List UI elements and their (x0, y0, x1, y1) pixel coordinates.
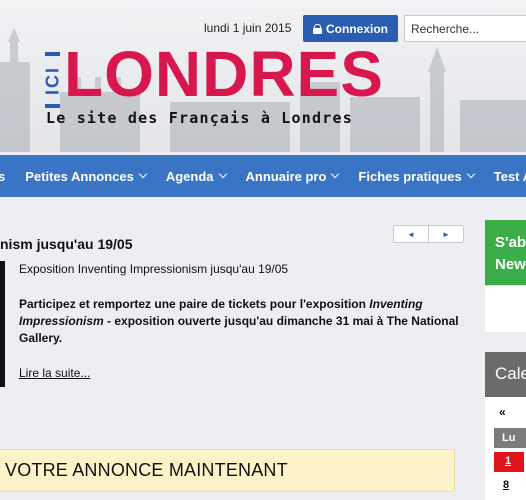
nav-item-partial[interactable]: s (0, 169, 5, 184)
chevron-down-icon (331, 169, 340, 179)
chevron-down-icon (218, 169, 227, 179)
article-pager: ◄ ► (393, 225, 464, 243)
nav-item-test-anglais[interactable]: Test Ang (494, 169, 526, 184)
nav-label: Annuaire pro (245, 168, 327, 184)
search-input[interactable] (404, 15, 526, 42)
subscribe-line: S'ab (495, 234, 526, 251)
nav-item-annuaire-pro[interactable]: Annuaire pro (245, 168, 340, 184)
post-ad-banner[interactable]: VOTRE ANNONCE MAINTENANT (0, 449, 455, 492)
calendar-day-today[interactable]: 1 (494, 452, 524, 472)
nav-item-fiches-pratiques[interactable]: Fiches pratiques (358, 168, 475, 184)
lock-icon (313, 23, 322, 34)
nav-label: Fiches pratiques (358, 168, 462, 184)
nav-label: Petites Annonces (25, 168, 134, 184)
chevron-down-icon (466, 169, 475, 179)
nav-label: Agenda (165, 168, 214, 184)
logo-ici-text: ICI (42, 66, 63, 96)
current-date: lundi 1 juin 2015 (204, 21, 292, 35)
read-more-link[interactable]: Lire la suite... (19, 366, 90, 380)
newsletter-box (485, 285, 526, 332)
logo-londres[interactable]: LONDRES (64, 42, 384, 106)
chevron-down-icon (138, 169, 148, 179)
main-nav: s Petites Annonces Agenda Annuaire pro F… (0, 155, 526, 197)
pager-prev-icon[interactable]: ◄ (394, 226, 428, 242)
nav-item-agenda[interactable]: Agenda (165, 168, 227, 184)
nav-label: Test Ang (493, 168, 526, 184)
article-excerpt: Participez et remportez une paire de tic… (19, 296, 459, 347)
calendar-prev-link[interactable]: « (499, 405, 506, 419)
article-thumbnail[interactable] (0, 261, 5, 387)
login-label: Connexion (326, 21, 388, 36)
logo-bar-bottom (45, 104, 60, 108)
site-header: lundi 1 juin 2015 Connexion ICI LONDRES … (0, 0, 526, 152)
logo-tagline: Le site des Français à Londres (46, 109, 353, 127)
article-title[interactable]: nism jusqu'au 19/05 (0, 236, 133, 252)
calendar-title: Cale (485, 352, 526, 397)
newsletter-subscribe-header[interactable]: S'ab New (485, 220, 526, 285)
nav-item-petites-annonces[interactable]: Petites Annonces (25, 168, 148, 184)
nav-label: s (0, 168, 6, 184)
calendar-day-header: Lu (494, 428, 526, 448)
logo-ici-mark[interactable]: ICI (43, 50, 63, 108)
pager-next-icon[interactable]: ► (428, 226, 463, 242)
subscribe-line: New (495, 256, 526, 273)
excerpt-part: Participez et remportez une paire de tic… (19, 297, 370, 311)
calendar-day[interactable]: 8 (503, 479, 509, 491)
post-ad-label: VOTRE ANNONCE MAINTENANT (5, 460, 288, 480)
article-subtitle: Exposition Inventing Impressionism jusqu… (19, 262, 289, 276)
